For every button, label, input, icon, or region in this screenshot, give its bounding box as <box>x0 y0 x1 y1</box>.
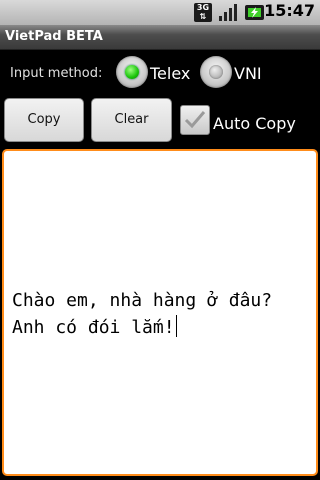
auto-copy-checkbox[interactable] <box>180 105 210 135</box>
status-bar: 3G ⇅ 15:47 <box>0 0 320 25</box>
battery-charging-icon <box>245 5 264 20</box>
clock: 15:47 <box>264 1 315 20</box>
text-cursor <box>175 315 177 337</box>
radio-telex[interactable] <box>116 56 148 88</box>
radio-vni[interactable] <box>200 56 232 88</box>
input-method-label: Input method: <box>10 66 103 81</box>
radio-selected-indicator <box>125 65 139 79</box>
title-bar: VietPad BETA <box>0 25 320 50</box>
copy-button[interactable]: Copy <box>4 98 84 142</box>
auto-copy-label[interactable]: Auto Copy <box>213 114 296 133</box>
checkmark-icon <box>184 111 206 129</box>
text-editor[interactable]: Chào em, nhà hàng ở đâu? Anh có đói lắm! <box>2 149 318 476</box>
radio-telex-label[interactable]: Telex <box>150 64 190 83</box>
3g-icon: 3G ⇅ <box>194 3 212 22</box>
app-title: VietPad BETA <box>5 29 103 44</box>
signal-icon <box>219 4 237 21</box>
radio-unselected-indicator <box>209 65 223 79</box>
clear-button[interactable]: Clear <box>91 98 172 142</box>
network-label: 3G <box>196 3 210 12</box>
editor-text: Chào em, nhà hàng ở đâu? Anh có đói lắm! <box>12 290 273 338</box>
radio-vni-label[interactable]: VNI <box>234 64 262 83</box>
editor-content[interactable]: Chào em, nhà hàng ở đâu? Anh có đói lắm! <box>12 287 308 341</box>
